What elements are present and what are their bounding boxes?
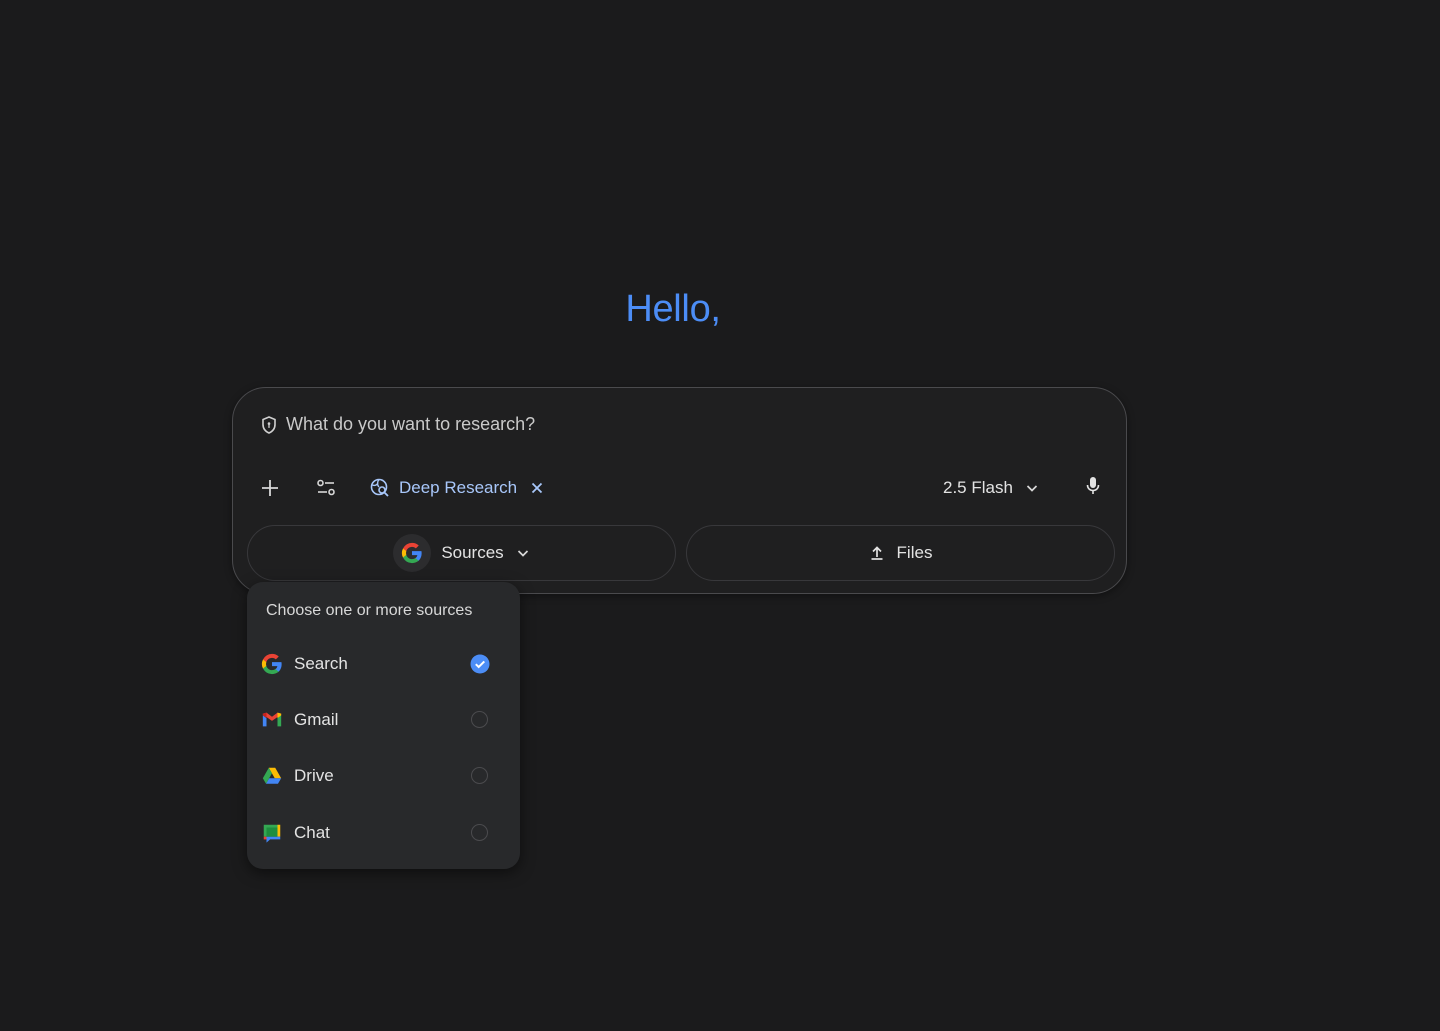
google-icon [261, 653, 283, 675]
source-option-drive[interactable]: Drive [247, 752, 520, 800]
add-button[interactable] [254, 472, 286, 504]
sliders-icon [315, 477, 337, 499]
shield-icon [259, 415, 279, 435]
unchecked-radio-icon[interactable] [470, 710, 490, 730]
unchecked-radio-icon[interactable] [470, 823, 490, 843]
drive-icon [261, 765, 283, 787]
chevron-down-icon [516, 546, 530, 560]
research-composer: Deep Research 2.5 Flash Sources [232, 387, 1127, 594]
deep-research-label: Deep Research [399, 478, 518, 497]
source-option-label: Gmail [294, 710, 339, 729]
files-button[interactable]: Files [686, 525, 1115, 581]
model-label: 2.5 Flash [943, 478, 1013, 497]
source-option-search[interactable]: Search [247, 640, 520, 688]
research-prompt-input[interactable] [286, 414, 886, 435]
tools-button[interactable] [310, 472, 342, 504]
chevron-down-icon [1025, 481, 1039, 495]
plus-icon [260, 478, 280, 498]
globe-search-icon [369, 477, 391, 499]
source-option-gmail[interactable]: Gmail [247, 696, 520, 744]
sources-dropdown: Choose one or more sources Search Gmail … [247, 582, 520, 869]
microphone-icon [1085, 475, 1101, 497]
upload-icon [869, 545, 885, 561]
sources-label: Sources [441, 543, 504, 562]
research-page: Hello, Deep Research [0, 0, 1440, 1031]
google-icon [393, 534, 432, 572]
source-option-label: Drive [294, 766, 334, 785]
source-option-label: Search [294, 654, 348, 673]
source-option-label: Chat [294, 823, 330, 842]
chat-icon [261, 822, 283, 844]
prompt-row [259, 414, 886, 435]
unchecked-radio-icon[interactable] [470, 766, 490, 786]
microphone-button[interactable] [1078, 470, 1108, 502]
greeting-title: Hello, [625, 288, 721, 330]
model-selector[interactable]: 2.5 Flash [943, 472, 1039, 504]
gmail-icon [261, 709, 283, 731]
sources-dropdown-title: Choose one or more sources [266, 602, 473, 619]
deep-research-chip[interactable]: Deep Research [369, 472, 545, 504]
files-label: Files [896, 543, 933, 562]
sources-button[interactable]: Sources [247, 525, 676, 581]
close-icon[interactable] [529, 480, 545, 496]
source-option-chat[interactable]: Chat [247, 809, 520, 857]
checked-icon[interactable] [470, 654, 490, 674]
